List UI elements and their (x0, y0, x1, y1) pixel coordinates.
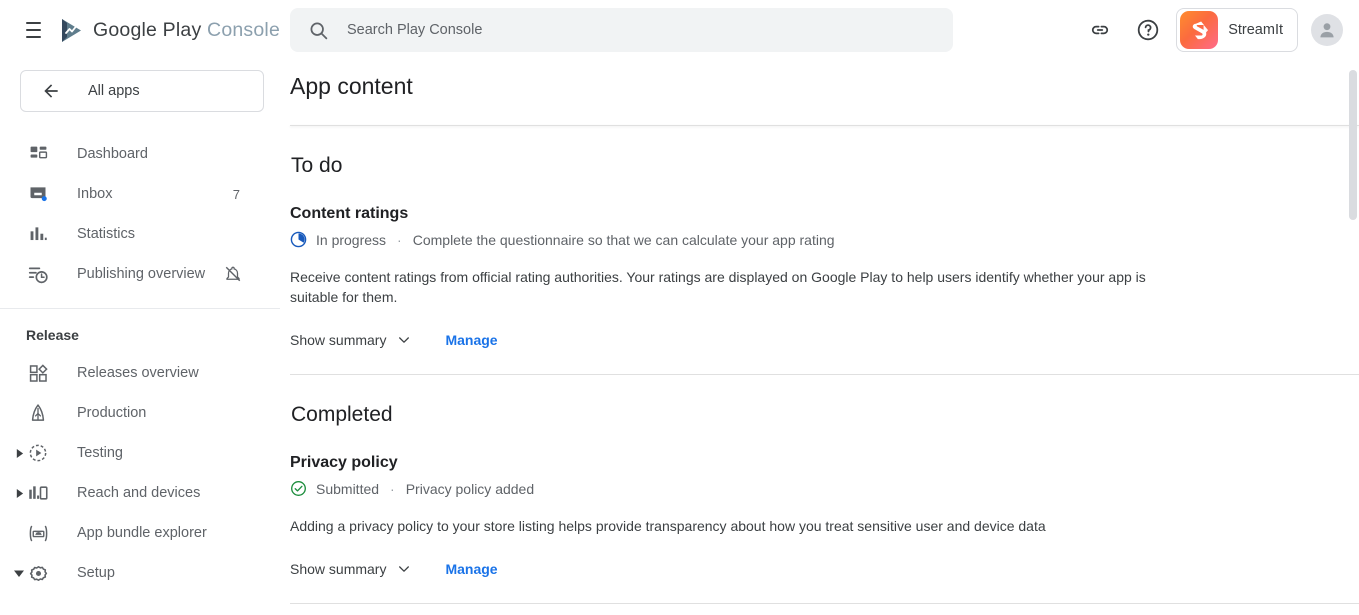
brand-bar: Google Play Console (0, 0, 280, 60)
app-selector-chip[interactable]: StreamIt (1176, 8, 1298, 52)
bar-chart-icon (26, 222, 50, 246)
sidebar-item-label: Publishing overview (77, 266, 206, 282)
item-title: Content ratings (290, 205, 409, 222)
show-summary-label: Show summary (290, 561, 387, 577)
search-icon (310, 22, 328, 39)
brand-logo[interactable]: Google Play Console (61, 18, 280, 43)
brand-google-play: Google Play (92, 18, 202, 41)
collapse-arrow-icon[interactable] (12, 568, 26, 578)
app-content-item-privacy-policy: Privacy policy Submitted · Privacy polic… (290, 454, 1359, 577)
all-apps-button[interactable]: All apps (20, 70, 264, 112)
sidebar-item-statistics[interactable]: Statistics (0, 214, 280, 254)
content-scrollbar[interactable] (1349, 60, 1357, 615)
sidebar-item-label: App bundle explorer (77, 525, 207, 541)
link-chain-icon[interactable] (1076, 6, 1124, 54)
arrow-back-icon (44, 84, 58, 98)
sidebar-item-production[interactable]: Production (0, 393, 280, 433)
hamburger-menu-icon[interactable] (26, 22, 41, 38)
show-summary-toggle[interactable]: Show summary (290, 332, 412, 348)
content-scroll-area: App content To do Content ratings In pro (281, 60, 1359, 615)
status-label: Submitted (316, 480, 380, 497)
help-question-icon[interactable] (1124, 6, 1172, 54)
play-triangle-chart-icon (61, 18, 81, 42)
app-bundle-android-icon (26, 521, 50, 545)
sidebar-item-setup[interactable]: Setup (0, 553, 280, 593)
sidebar: Google Play Console All apps Dashboard I… (0, 0, 281, 615)
bottom-divider (290, 603, 1359, 604)
top-bar-actions: StreamIt (1076, 6, 1343, 54)
check-circle-icon (290, 480, 307, 497)
content-inner: App content To do Content ratings In pro (281, 73, 1359, 604)
scrollbar-thumb[interactable] (1349, 70, 1357, 220)
sidebar-nav-primary: Dashboard Inbox 7 Statistics Publishing … (0, 134, 280, 294)
status-detail: Complete the questionnaire so that we ca… (412, 231, 835, 248)
sidebar-item-publishing-overview[interactable]: Publishing overview (0, 254, 280, 294)
section-heading-completed: Completed (291, 403, 393, 426)
sidebar-item-testing[interactable]: Testing (0, 433, 280, 473)
page-title: App content (290, 73, 413, 99)
section-heading-todo: To do (291, 154, 343, 177)
section-divider (290, 374, 1359, 375)
production-rocket-icon (26, 401, 50, 425)
reach-devices-icon (26, 481, 50, 505)
status-row: Submitted · Privacy policy added (290, 480, 1359, 497)
in-progress-clock-icon (290, 231, 307, 248)
sidebar-item-app-bundle-explorer[interactable]: App bundle explorer (0, 513, 280, 553)
status-separator: · (397, 231, 402, 248)
status-detail: Privacy policy added (405, 480, 535, 497)
publishing-clock-icon (26, 262, 50, 286)
app-content-item-content-ratings: Content ratings In progress · Complete t… (290, 205, 1359, 348)
sidebar-item-label: Testing (77, 445, 123, 461)
sidebar-section-release-label: Release (26, 327, 79, 343)
app-name-label: StreamIt (1228, 22, 1283, 38)
dashboard-grid-icon (26, 142, 50, 166)
item-actions: Show summary Manage (290, 332, 1359, 348)
manage-link[interactable]: Manage (445, 561, 497, 577)
item-title: Privacy policy (290, 454, 398, 471)
sidebar-item-label: Dashboard (77, 146, 148, 162)
all-apps-label: All apps (88, 83, 140, 99)
expand-arrow-icon[interactable] (12, 488, 26, 498)
setup-gear-icon (26, 561, 50, 585)
notifications-off-icon[interactable] (224, 265, 242, 283)
sidebar-nav-release: Releases overview Production Testing Rea… (0, 353, 280, 593)
item-actions: Show summary Manage (290, 561, 1359, 577)
brand-text: Google Play Console (93, 19, 280, 42)
streamit-app-icon (1180, 11, 1219, 49)
sidebar-item-releases-overview[interactable]: Releases overview (0, 353, 280, 393)
sidebar-item-label: Releases overview (77, 365, 199, 381)
sidebar-item-dashboard[interactable]: Dashboard (0, 134, 280, 174)
main-area: StreamIt App content To do Content ratin… (281, 0, 1359, 615)
inbox-tray-icon (26, 182, 50, 206)
sidebar-item-label: Setup (77, 565, 115, 581)
chevron-down-icon (396, 332, 412, 348)
chevron-down-icon (396, 561, 412, 577)
search-box[interactable] (290, 8, 953, 52)
sidebar-item-label: Statistics (77, 226, 136, 242)
expand-arrow-icon[interactable] (12, 448, 26, 458)
title-divider (290, 125, 1359, 126)
search-input[interactable] (345, 21, 905, 39)
item-description: Adding a privacy policy to your store li… (290, 518, 1046, 534)
sidebar-item-reach-and-devices[interactable]: Reach and devices (0, 473, 280, 513)
status-separator: · (390, 480, 395, 497)
status-label: In progress (316, 231, 387, 248)
inbox-count-badge: 7 (232, 186, 240, 202)
sidebar-item-inbox[interactable]: Inbox 7 (0, 174, 280, 214)
item-description: Receive content ratings from official ra… (290, 269, 1146, 305)
top-bar: StreamIt (281, 0, 1359, 60)
brand-console: Console (207, 18, 280, 41)
show-summary-label: Show summary (290, 332, 387, 348)
show-summary-toggle[interactable]: Show summary (290, 561, 412, 577)
status-row: In progress · Complete the questionnaire… (290, 231, 1359, 248)
releases-overview-icon (26, 361, 50, 385)
manage-link[interactable]: Manage (445, 332, 497, 348)
sidebar-item-label: Production (77, 405, 147, 421)
testing-play-circle-icon (26, 441, 50, 465)
user-avatar-icon[interactable] (1311, 14, 1343, 46)
play-console-window: Google Play Console All apps Dashboard I… (0, 0, 1359, 615)
sidebar-item-label: Inbox (77, 186, 113, 202)
sidebar-item-label: Reach and devices (77, 485, 201, 501)
